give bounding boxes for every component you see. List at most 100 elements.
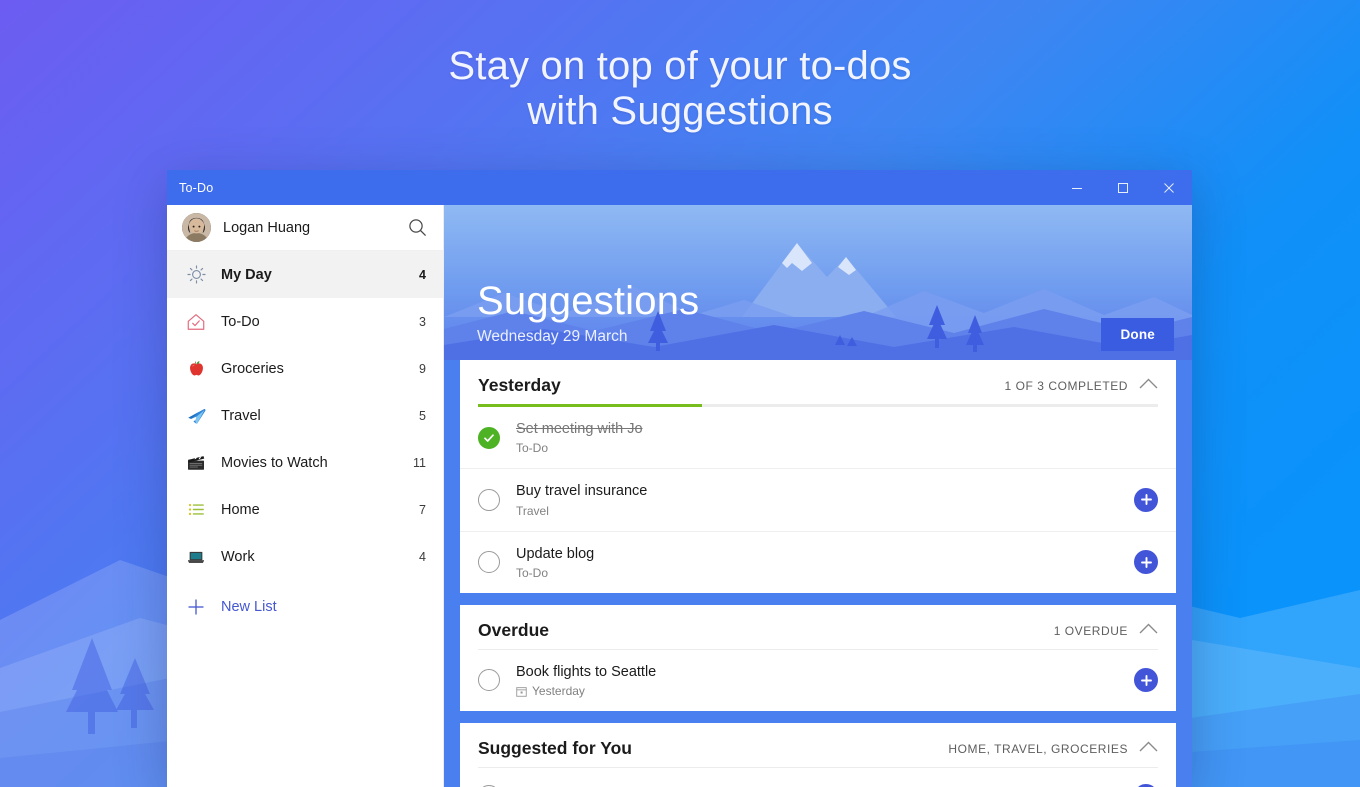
section-title: Overdue — [478, 619, 549, 640]
section-card-overdue: Overdue 1 OVERDUE Book flights to Seattl… — [460, 604, 1176, 711]
laptop-icon — [184, 547, 208, 567]
sidebar-item-movies-to-watch[interactable]: Movies to Watch 11 — [167, 439, 443, 486]
sidebar-item-work[interactable]: Work 4 — [167, 533, 443, 580]
add-task-icon[interactable] — [1134, 487, 1158, 512]
search-icon[interactable] — [405, 216, 429, 240]
promo-headline: Stay on top of your to-dos with Suggesti… — [0, 44, 1360, 134]
main-pane: Suggestions Wednesday 29 March Done Yest… — [444, 205, 1192, 787]
sun-icon — [184, 265, 208, 284]
task-title: Buy travel insurance — [516, 483, 648, 500]
checkbox-unchecked[interactable] — [478, 669, 500, 692]
sidebar-item-count: 4 — [419, 267, 426, 282]
hero-text-block: Suggestions Wednesday 29 March — [477, 281, 699, 346]
section-progress-bar — [478, 404, 1158, 408]
apple-icon — [184, 359, 208, 378]
sidebar-item-count: 9 — [419, 361, 426, 376]
task-subtitle: To-Do — [516, 441, 1158, 455]
sidebar-item-count: 5 — [419, 408, 426, 423]
sidebar-item-label: To-Do — [221, 313, 260, 330]
task-row[interactable]: Pick up Amit's Birthday present — [460, 768, 1176, 787]
window-titlebar: To-Do — [167, 170, 1192, 205]
checkbox-unchecked[interactable] — [478, 551, 500, 574]
section-divider — [478, 648, 1158, 650]
task-body: Update blog To-Do — [516, 545, 1134, 580]
section-card-suggested-for-you: Suggested for You HOME, TRAVEL, GROCERIE… — [460, 723, 1176, 787]
section-divider — [478, 767, 1158, 769]
task-row[interactable]: Update blog To-Do — [460, 532, 1176, 593]
sidebar-item-label: Home — [221, 501, 260, 518]
section-meta: HOME, TRAVEL, GROCERIES — [948, 742, 1128, 756]
task-body: Book flights to Seattle Yesterday — [516, 663, 1134, 698]
plus-icon — [184, 598, 208, 616]
task-title: Update blog — [516, 545, 595, 562]
sidebar-item-to-do[interactable]: To-Do 3 — [167, 298, 443, 345]
task-list-name: Travel — [516, 503, 549, 518]
task-row[interactable]: Buy travel insurance Travel — [460, 469, 1176, 532]
task-due-date: Yesterday — [532, 684, 585, 698]
task-body: Buy travel insurance Travel — [516, 482, 1134, 517]
window-controls — [1054, 170, 1192, 205]
task-list-name: To-Do — [516, 565, 549, 580]
sidebar-item-count: 11 — [413, 455, 426, 470]
task-subtitle: Yesterday — [516, 684, 1134, 698]
sidebar-item-label: Groceries — [221, 360, 284, 377]
sidebar-item-label: Work — [221, 548, 255, 565]
task-subtitle: To-Do — [516, 566, 1134, 580]
clapperboard-icon — [184, 453, 208, 473]
airplane-icon — [184, 405, 208, 426]
promo-line-1: Stay on top of your to-dos — [448, 44, 912, 88]
sidebar-item-my-day[interactable]: My Day 4 — [167, 251, 443, 298]
add-task-icon[interactable] — [1134, 668, 1158, 693]
section-header: Yesterday 1 OF 3 COMPLETED — [460, 360, 1176, 408]
task-row[interactable]: Set meeting with Jo To-Do — [460, 407, 1176, 470]
calendar-icon — [516, 686, 527, 697]
task-row[interactable]: Book flights to Seattle Yesterday — [460, 650, 1176, 711]
minimize-icon[interactable] — [1054, 170, 1100, 205]
sidebar-item-count: 3 — [419, 314, 426, 329]
sidebar-item-label: Travel — [221, 407, 261, 424]
sidebar-item-count: 7 — [419, 502, 426, 517]
list-icon — [184, 500, 208, 519]
task-title: Book flights to Seattle — [516, 663, 657, 680]
sidebar-item-label: Movies to Watch — [221, 454, 328, 471]
hero-header: Suggestions Wednesday 29 March Done — [444, 205, 1192, 360]
task-body: Set meeting with Jo To-Do — [516, 420, 1158, 455]
sidebar-item-groceries[interactable]: Groceries 9 — [167, 345, 443, 392]
checkbox-unchecked[interactable] — [478, 488, 500, 511]
suggestions-scroll-area[interactable]: Yesterday 1 OF 3 COMPLETED Set meeting w… — [444, 360, 1192, 787]
page-date: Wednesday 29 March — [477, 328, 628, 345]
promo-line-2: with Suggestions — [527, 89, 833, 134]
chevron-up-icon[interactable] — [1128, 621, 1158, 634]
task-list-name: To-Do — [516, 441, 549, 456]
section-meta: 1 OF 3 COMPLETED — [1004, 379, 1128, 393]
section-title: Suggested for You — [478, 738, 632, 758]
house-check-icon — [184, 312, 208, 332]
new-list-button[interactable]: New List — [167, 583, 443, 630]
section-card-yesterday: Yesterday 1 OF 3 COMPLETED Set meeting w… — [460, 360, 1176, 593]
task-title: Set meeting with Jo — [516, 421, 643, 438]
section-header: Suggested for You HOME, TRAVEL, GROCERIE… — [460, 723, 1176, 769]
section-progress-fill — [478, 404, 703, 408]
avatar — [182, 213, 211, 242]
task-subtitle: Travel — [516, 504, 1134, 518]
chevron-up-icon[interactable] — [1128, 376, 1158, 389]
chevron-up-icon[interactable] — [1128, 739, 1158, 752]
section-title: Yesterday — [478, 375, 561, 395]
user-row[interactable]: Logan Huang — [167, 205, 443, 251]
sidebar-item-travel[interactable]: Travel 5 — [167, 392, 443, 439]
page-title: Suggestions — [477, 279, 700, 323]
maximize-icon[interactable] — [1100, 170, 1146, 205]
close-icon[interactable] — [1146, 170, 1192, 205]
window-title: To-Do — [179, 180, 214, 195]
section-header: Overdue 1 OVERDUE — [460, 605, 1176, 650]
sidebar: Logan Huang My Day 4 To-Do 3 Groceries 9… — [167, 205, 444, 787]
done-button[interactable]: Done — [1101, 318, 1174, 351]
add-task-icon[interactable] — [1134, 550, 1158, 575]
todo-app-window: To-Do Logan Huang My Day 4 To-Do 3 Groce… — [167, 170, 1192, 787]
user-name: Logan Huang — [223, 219, 311, 236]
new-list-label: New List — [221, 598, 277, 615]
sidebar-item-count: 4 — [419, 549, 426, 564]
checkbox-checked[interactable] — [478, 426, 500, 449]
section-meta: 1 OVERDUE — [1053, 623, 1128, 638]
sidebar-item-home[interactable]: Home 7 — [167, 486, 443, 533]
